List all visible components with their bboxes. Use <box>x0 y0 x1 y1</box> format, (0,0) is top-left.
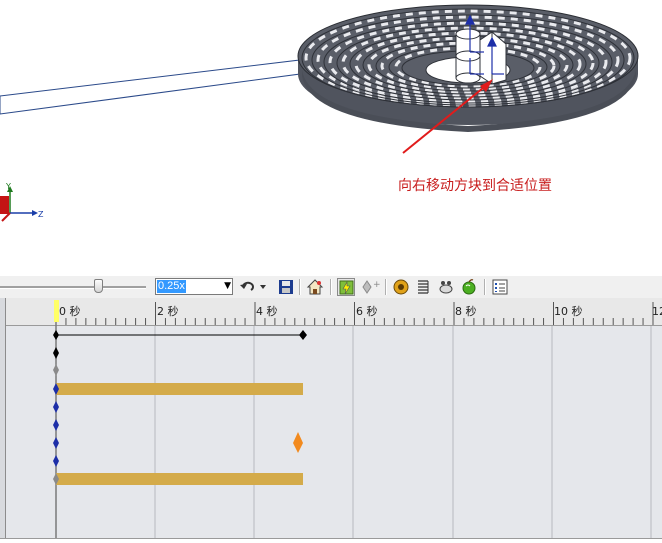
toolbar-separator <box>484 279 486 295</box>
key-point[interactable] <box>53 437 59 449</box>
ruler-label: 0 秒 <box>59 304 81 318</box>
gravity-button[interactable] <box>460 278 478 296</box>
ruler-label: 6 秒 <box>356 304 378 318</box>
axis-triad: Y Z <box>0 182 44 222</box>
ruler-label: 4 秒 <box>256 304 278 318</box>
playback-speed-select[interactable]: 0.25x ▼ <box>155 278 233 295</box>
triad-z-label: Z <box>38 210 44 219</box>
chevron-down-icon[interactable]: ▼ <box>224 279 231 294</box>
motor-button[interactable] <box>392 278 410 296</box>
timeline-canvas[interactable]: 0 秒 2 秒 4 秒 6 秒 8 秒 10 秒 12 <box>0 298 662 542</box>
key-point[interactable] <box>53 455 59 467</box>
save-animation-icon <box>279 280 293 294</box>
key-point[interactable] <box>53 347 59 359</box>
change-bar[interactable] <box>56 473 303 485</box>
spring-button[interactable] <box>414 278 432 296</box>
ruler-label: 2 秒 <box>157 304 179 318</box>
timeline-panel[interactable]: 0 秒 2 秒 4 秒 6 秒 8 秒 10 秒 12 <box>0 298 662 542</box>
key-point-orange[interactable] <box>293 432 303 453</box>
ruler-label: 8 秒 <box>455 304 477 318</box>
change-bar[interactable] <box>56 383 303 395</box>
playback-mode-button[interactable] <box>238 278 268 296</box>
playback-slider-thumb[interactable] <box>94 279 103 293</box>
key-point[interactable] <box>53 330 59 340</box>
results-icon <box>492 279 508 295</box>
key-point[interactable] <box>53 364 59 376</box>
add-key-icon: + <box>362 280 381 294</box>
svg-text:+: + <box>373 280 381 290</box>
ruler-label: 10 秒 <box>554 304 583 318</box>
toolbar-separator <box>299 279 301 295</box>
panel-bottom-border <box>0 538 662 543</box>
playback-slider-track[interactable] <box>0 286 146 289</box>
key-point[interactable] <box>53 419 59 431</box>
gravity-icon <box>462 279 476 295</box>
motion-study-toolbar: 0.25x ▼ + <box>0 276 662 299</box>
key-point[interactable] <box>299 330 307 340</box>
annotation-text: 向右移动方块到合适位置 <box>398 178 552 194</box>
time-gridlines <box>154 326 652 542</box>
motor-icon <box>393 279 409 295</box>
contact-button[interactable] <box>437 278 455 296</box>
spring-icon <box>418 280 429 294</box>
ruler-labels: 0 秒 2 秒 4 秒 6 秒 8 秒 10 秒 12 <box>59 304 662 318</box>
playback-mode-icon <box>240 281 266 291</box>
graphics-viewport[interactable]: Y Z 向右移动方块到合适位置 <box>0 0 662 272</box>
home-icon <box>306 279 324 295</box>
home-button[interactable] <box>306 278 324 296</box>
save-animation-button[interactable] <box>277 278 295 296</box>
time-bar-handle[interactable] <box>54 300 59 322</box>
calculate-button[interactable] <box>337 278 355 296</box>
spring-strip-extension <box>0 59 301 115</box>
key-point[interactable] <box>53 401 59 413</box>
results-button[interactable] <box>491 278 509 296</box>
contact-icon <box>439 281 453 294</box>
toolbar-separator <box>330 279 332 295</box>
triad-y-label: Y <box>5 182 11 191</box>
add-key-button[interactable]: + <box>360 278 382 296</box>
playback-speed-value[interactable]: 0.25x <box>157 280 186 293</box>
calculate-icon <box>339 280 354 295</box>
ruler-label: 12 <box>652 305 662 318</box>
model-canvas[interactable]: Y Z <box>0 0 662 272</box>
center-shaft[interactable] <box>455 28 481 84</box>
toolbar-separator <box>385 279 387 295</box>
